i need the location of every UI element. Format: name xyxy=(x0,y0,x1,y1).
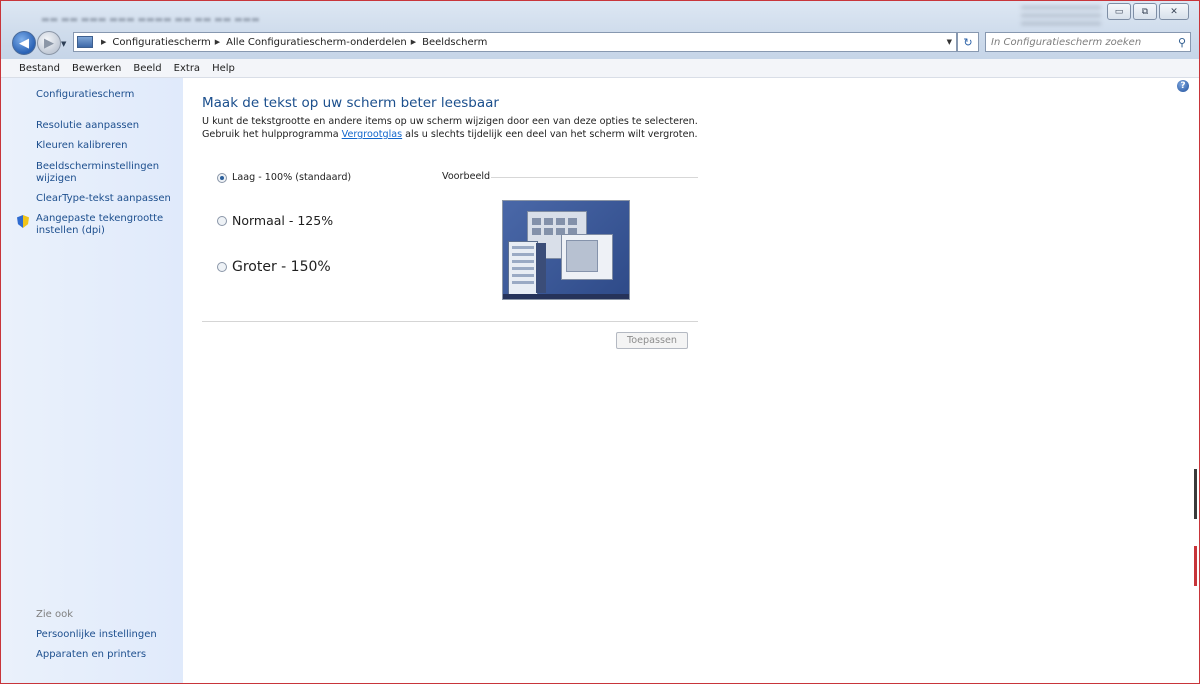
option-small-label[interactable]: Laag - 100% (standaard) xyxy=(232,172,351,183)
preview-divider xyxy=(491,177,698,178)
address-dropdown-icon[interactable]: ▼ xyxy=(947,38,952,46)
menu-help[interactable]: Help xyxy=(206,63,241,74)
see-also-heading: Zie ook xyxy=(36,609,73,620)
sidebar-link-custom-dpi[interactable]: Aangepaste tekengrootte instellen (dpi) xyxy=(36,213,176,237)
arrow-left-icon: ◀ xyxy=(19,35,29,51)
option-large[interactable]: Groter - 150% xyxy=(217,259,331,275)
search-box: ⚲ xyxy=(985,32,1191,52)
window-controls: ▭ ⧉ ✕ xyxy=(1107,3,1189,20)
magnifier-link[interactable]: Vergrootglas xyxy=(342,129,402,140)
sidebar-link-personalization[interactable]: Persoonlijke instellingen xyxy=(36,629,176,641)
preview-start-menu xyxy=(508,241,538,295)
control-panel-icon xyxy=(77,36,93,48)
menu-edit[interactable]: Bewerken xyxy=(66,63,127,74)
help-icon[interactable]: ? xyxy=(1177,80,1189,92)
radio-small[interactable] xyxy=(217,172,227,183)
main-content: ? Maak de tekst op uw scherm beter leesb… xyxy=(183,78,1199,683)
sidebar-link-resolution[interactable]: Resolutie aanpassen xyxy=(36,120,176,132)
breadcrumb-control-panel[interactable]: Configuratiescherm xyxy=(112,37,210,48)
breadcrumb-display[interactable]: Beeldscherm xyxy=(422,37,487,48)
close-button[interactable]: ✕ xyxy=(1159,3,1189,20)
sidebar-link-cleartype[interactable]: ClearType-tekst aanpassen xyxy=(36,193,176,205)
preview-start-menu-right xyxy=(536,243,546,293)
breadcrumb-all-items[interactable]: Alle Configuratiescherm-onderdelen xyxy=(226,37,407,48)
refresh-icon: ↻ xyxy=(963,35,973,49)
sidebar-link-devices-printers[interactable]: Apparaten en printers xyxy=(36,649,176,661)
sidebar-link-calibrate-colors[interactable]: Kleuren kalibreren xyxy=(36,140,176,152)
search-input[interactable] xyxy=(986,35,1174,49)
radio-medium[interactable] xyxy=(217,215,227,226)
chevron-right-icon[interactable]: ▶ xyxy=(215,38,220,46)
blurred-background-text: ▬▬ ▬▬ ▬▬▬ ▬▬▬ ▬▬▬▬ ▬▬ ▬▬ ▬▬ ▬▬▬ xyxy=(41,15,260,25)
search-icon[interactable]: ⚲ xyxy=(1174,36,1190,49)
preview-image xyxy=(502,200,630,300)
menu-file[interactable]: Bestand xyxy=(1,63,66,74)
chevron-right-icon[interactable]: ▶ xyxy=(101,38,106,46)
content-divider xyxy=(202,321,698,322)
preview-label: Voorbeeld xyxy=(442,171,491,182)
control-panel-window: ▬▬ ▬▬ ▬▬▬ ▬▬▬ ▬▬▬▬ ▬▬ ▬▬ ▬▬ ▬▬▬ ▭ ⧉ ✕ ◀ … xyxy=(0,0,1200,684)
apply-button[interactable]: Toepassen xyxy=(616,332,688,349)
window-chrome: ▬▬ ▬▬ ▬▬▬ ▬▬▬ ▬▬▬▬ ▬▬ ▬▬ ▬▬ ▬▬▬ ▭ ⧉ ✕ ◀ … xyxy=(1,1,1199,59)
edge-marker-red xyxy=(1194,546,1197,586)
chevron-right-icon[interactable]: ▶ xyxy=(411,38,416,46)
option-medium-label[interactable]: Normaal - 125% xyxy=(232,213,333,228)
page-title: Maak de tekst op uw scherm beter leesbaa… xyxy=(202,95,499,111)
back-button[interactable]: ◀ xyxy=(12,31,36,55)
edge-marker xyxy=(1194,469,1197,519)
preview-taskbar xyxy=(503,294,629,299)
forward-button[interactable]: ▶ xyxy=(37,31,61,55)
sidebar-link-display-settings[interactable]: Beeldscherminstellingen wijzigen xyxy=(36,161,176,185)
radio-large[interactable] xyxy=(217,262,227,272)
menu-tools[interactable]: Extra xyxy=(168,63,206,74)
preview-window-front xyxy=(561,234,613,280)
description-text-end: als u slechts tijdelijk een deel van het… xyxy=(402,129,698,140)
sidebar-link-control-panel-home[interactable]: Configuratiescherm xyxy=(36,89,176,101)
minimize-button[interactable]: ▭ xyxy=(1107,3,1131,20)
menu-bar: Bestand Bewerken Beeld Extra Help xyxy=(1,59,1199,78)
page-description: U kunt de tekstgrootte en andere items o… xyxy=(202,115,722,141)
left-navigation-pane: Configuratiescherm Resolutie aanpassen K… xyxy=(1,78,183,683)
menu-view[interactable]: Beeld xyxy=(127,63,167,74)
shield-icon xyxy=(17,215,29,228)
option-medium[interactable]: Normaal - 125% xyxy=(217,213,333,228)
option-small[interactable]: Laag - 100% (standaard) xyxy=(217,172,351,183)
restore-button[interactable]: ⧉ xyxy=(1133,3,1157,20)
blurred-background-area xyxy=(1011,1,1111,25)
recent-pages-dropdown[interactable]: ▼ xyxy=(61,40,66,48)
address-bar[interactable]: ▶ Configuratiescherm ▶ Alle Configuratie… xyxy=(73,32,957,52)
option-large-label[interactable]: Groter - 150% xyxy=(232,259,331,275)
refresh-button[interactable]: ↻ xyxy=(957,32,979,52)
arrow-right-icon: ▶ xyxy=(44,35,54,51)
